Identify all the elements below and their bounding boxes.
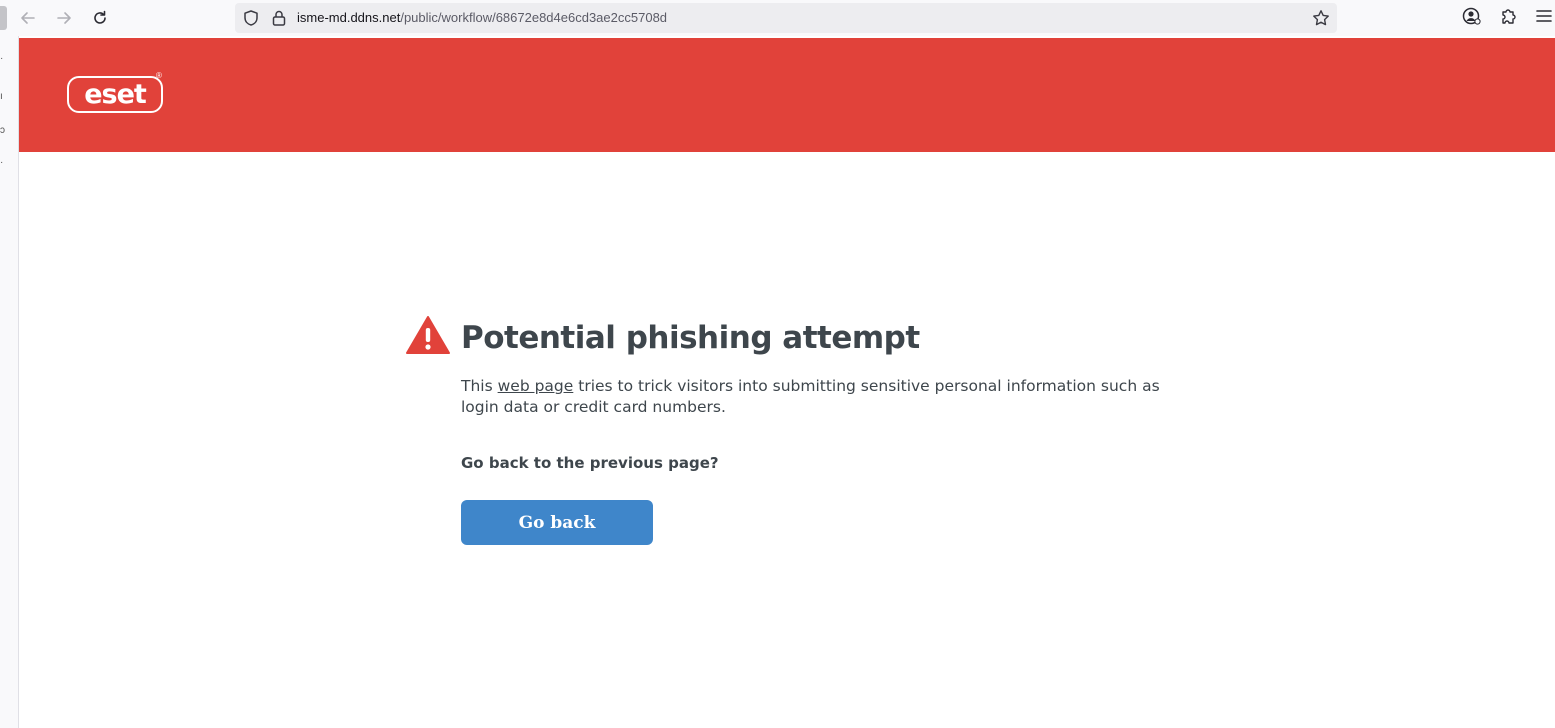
puzzle-icon[interactable] [1498, 5, 1520, 32]
sidebar-mark: ɔ [0, 125, 5, 136]
registered-mark: ® [156, 71, 162, 80]
url-host: isme-md.ddns.net [297, 10, 401, 25]
url-text[interactable]: isme-md.ddns.net/public/workflow/68672e8… [297, 10, 667, 25]
browser-toolbar: isme-md.ddns.net/public/workflow/68672e8… [0, 0, 1555, 36]
arrow-right-icon[interactable] [51, 5, 77, 31]
web-page-link[interactable]: web page [498, 377, 574, 395]
eset-logo: eset [67, 76, 163, 113]
url-path: /public/workflow/68672e8d4e6cd3ae2cc5708… [400, 10, 668, 25]
arrow-left-icon[interactable] [15, 5, 41, 31]
sidebar-tab-indicator[interactable] [0, 6, 7, 30]
star-icon[interactable] [1312, 9, 1330, 32]
eset-header: eset ® [19, 38, 1555, 152]
shield-icon[interactable] [242, 9, 260, 32]
sidebar-strip: · ı ɔ · [0, 36, 19, 728]
lock-icon[interactable] [271, 9, 287, 32]
warning-triangle-icon [405, 315, 451, 360]
sidebar-mark: · [0, 157, 4, 168]
reload-icon[interactable] [87, 5, 113, 31]
warning-description: This web page tries to trick visitors in… [461, 376, 1201, 418]
sidebar-mark: · [0, 53, 4, 64]
page-title: Potential phishing attempt [461, 320, 920, 356]
address-bar[interactable]: isme-md.ddns.net/public/workflow/68672e8… [235, 3, 1337, 33]
go-back-question: Go back to the previous page? [461, 454, 719, 472]
hamburger-menu-icon[interactable] [1534, 5, 1554, 32]
go-back-button[interactable]: Go back [461, 500, 653, 545]
description-text: This [461, 377, 498, 395]
account-icon[interactable] [1461, 5, 1483, 32]
logo-text: eset [84, 79, 147, 110]
sidebar-mark: ı [0, 91, 3, 102]
